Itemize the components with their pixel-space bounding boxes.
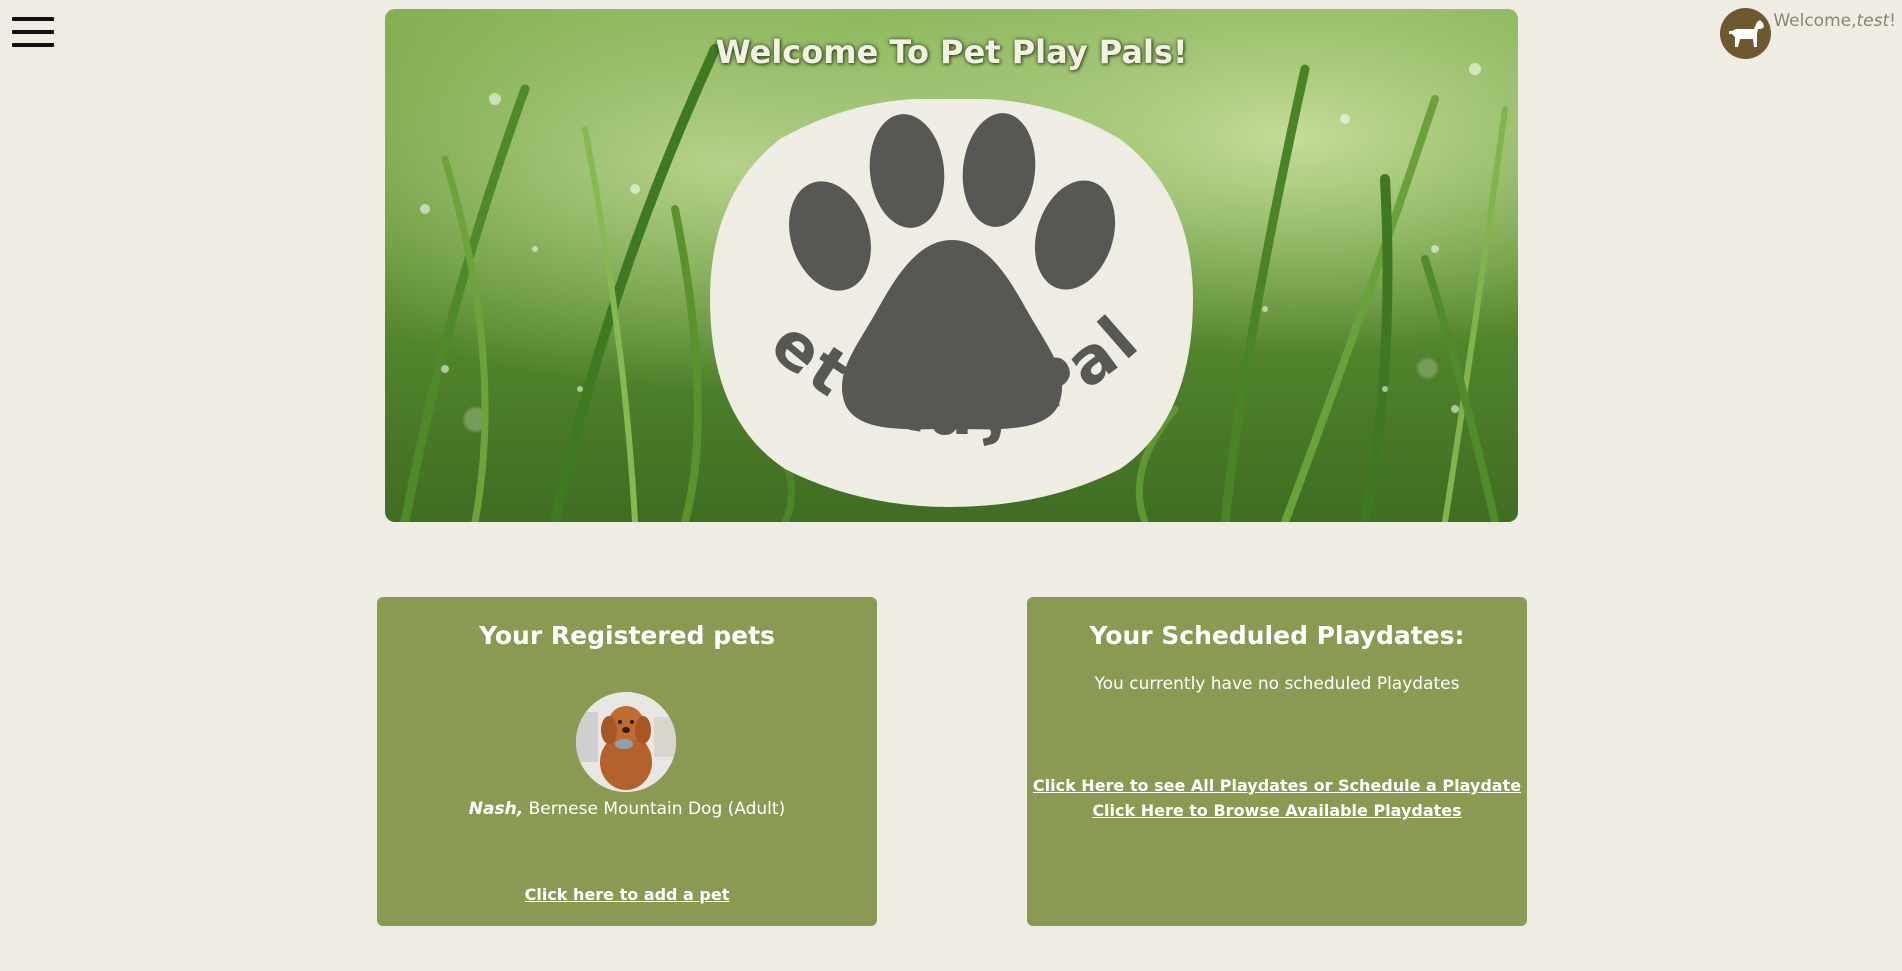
registered-pets-title: Your Registered pets: [479, 621, 775, 650]
hamburger-menu-icon[interactable]: [12, 17, 54, 51]
pet-breed: Bernese Mountain Dog (Adult): [528, 799, 786, 819]
dog-silhouette-icon[interactable]: [1720, 8, 1772, 59]
browse-playdates-link[interactable]: Click Here to Browse Available Playdates: [1092, 801, 1461, 820]
hero-banner: Welcome To Pet Play Pals! Pet Play Pals: [385, 9, 1518, 522]
registered-pets-card: Your Registered pets Nash, Bernese Mount…: [377, 597, 877, 926]
menu-bar: [12, 17, 54, 21]
menu-bar: [12, 30, 54, 34]
welcome-suffix: !: [1889, 11, 1896, 31]
no-playdates-message: You currently have no scheduled Playdate…: [1094, 674, 1460, 694]
scheduled-playdates-title: Your Scheduled Playdates:: [1089, 621, 1465, 650]
pet-name[interactable]: Nash,: [469, 799, 523, 819]
user-welcome-area: Welcome,test!: [1720, 8, 1896, 59]
welcome-prefix: Welcome,: [1773, 11, 1857, 31]
pet-info: Nash, Bernese Mountain Dog (Adult): [377, 799, 877, 819]
menu-bar: [12, 43, 54, 47]
add-pet-link[interactable]: Click here to add a pet: [525, 885, 730, 904]
paw-print-icon: Pet Play Pals: [710, 99, 1193, 507]
username: test: [1856, 11, 1890, 31]
welcome-text: Welcome,test!: [1773, 11, 1896, 31]
pet-photo[interactable]: [576, 692, 676, 792]
scheduled-playdates-card: Your Scheduled Playdates: You currently …: [1027, 597, 1527, 926]
all-playdates-link[interactable]: Click Here to see All Playdates or Sched…: [1033, 776, 1521, 795]
hero-title: Welcome To Pet Play Pals!: [715, 33, 1188, 71]
